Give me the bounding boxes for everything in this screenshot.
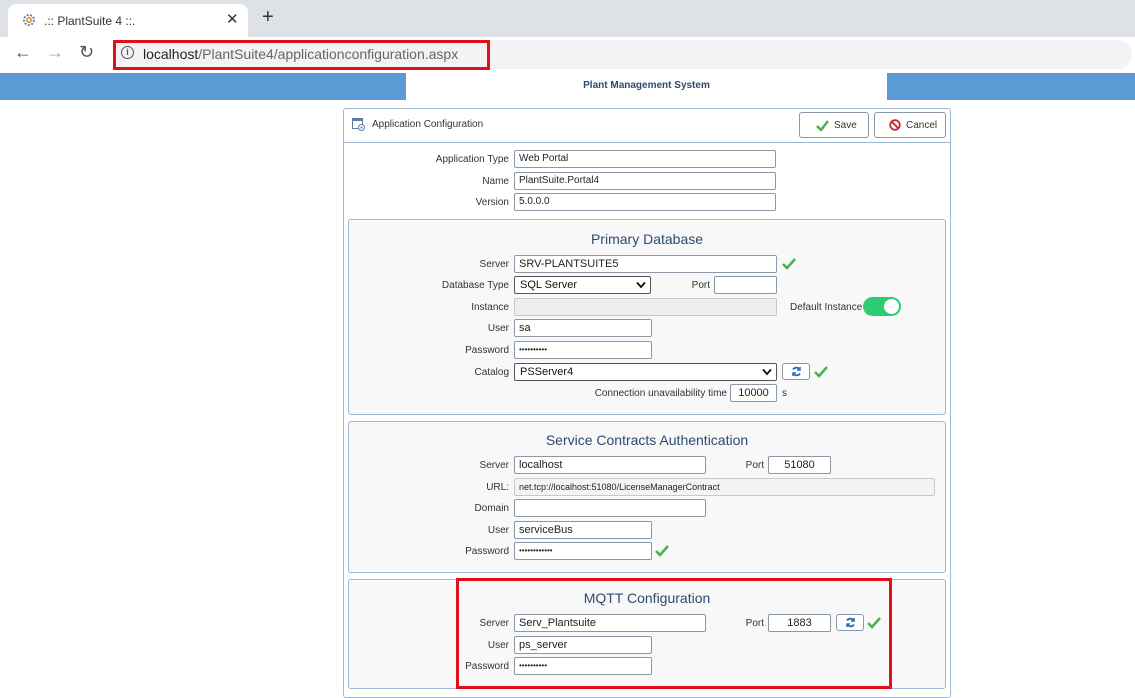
sc-domain-field[interactable] — [514, 499, 706, 517]
gear-icon — [23, 14, 35, 26]
sc-user-label: User — [487, 525, 509, 536]
db-port-field[interactable] — [714, 276, 777, 294]
save-button-label: Save — [834, 119, 857, 131]
db-user-label: User — [487, 323, 509, 334]
sc-password-ok-check-icon — [655, 545, 669, 557]
panel-title: Application Configuration — [372, 119, 484, 130]
sc-server-label: Server — [479, 460, 509, 471]
db-type-select[interactable]: SQL Server — [514, 276, 651, 294]
sc-user-field[interactable]: serviceBus — [514, 521, 652, 539]
cancel-button[interactable]: Cancel — [874, 112, 946, 138]
instance-label: Instance — [471, 302, 509, 313]
primary-database-title: Primary Database — [590, 231, 704, 247]
sc-port-field[interactable]: 51080 — [768, 456, 831, 474]
default-instance-toggle[interactable] — [863, 297, 901, 316]
forward-arrow-icon[interactable]: → — [46, 42, 64, 63]
primary-database-section — [348, 219, 946, 415]
app-type-field[interactable]: Web Portal — [514, 150, 776, 168]
sc-password-label: Password — [465, 546, 509, 557]
default-instance-label: Default Instance — [790, 302, 863, 313]
new-tab-icon[interactable]: + — [262, 6, 274, 29]
db-type-selected-value: SQL Server — [520, 279, 578, 291]
cancel-button-label: Cancel — [906, 119, 938, 131]
db-password-field[interactable]: •••••••••• — [514, 341, 652, 359]
check-icon — [816, 119, 829, 131]
tab-title: .:: PlantSuite 4 ::. — [44, 14, 136, 28]
catalog-refresh-button[interactable] — [782, 363, 810, 380]
save-button[interactable]: Save — [799, 112, 869, 138]
db-type-label: Database Type — [441, 280, 509, 291]
conn-unavail-field[interactable]: 10000 — [730, 384, 777, 402]
back-arrow-icon[interactable]: ← — [14, 42, 32, 63]
db-user-field[interactable]: sa — [514, 319, 652, 337]
browser-tab[interactable]: .:: PlantSuite 4 ::. ✕ — [8, 4, 248, 37]
db-server-ok-check-icon — [782, 258, 796, 270]
toggle-knob — [884, 299, 899, 314]
name-label: Name — [482, 176, 509, 187]
close-tab-icon[interactable]: ✕ — [226, 10, 239, 28]
sc-url-field[interactable]: net.tcp://localhost:51080/LicenseManager… — [514, 478, 935, 496]
db-port-label: Port — [691, 280, 710, 291]
config-window-icon — [352, 118, 365, 131]
catalog-ok-check-icon — [814, 366, 828, 378]
catalog-label: Catalog — [474, 367, 509, 378]
sc-port-label: Port — [745, 460, 764, 471]
conn-unavail-label: Connection unavailability time — [594, 388, 727, 399]
db-password-label: Password — [465, 345, 509, 356]
service-contracts-title: Service Contracts Authentication — [545, 432, 749, 448]
version-label: Version — [475, 197, 509, 208]
app-title: Plant Management System — [406, 73, 887, 100]
catalog-select[interactable]: PSServer4 — [514, 363, 777, 381]
sc-password-field[interactable]: •••••••••••• — [514, 542, 652, 560]
reload-icon[interactable]: ↻ — [79, 42, 94, 63]
sc-domain-label: Domain — [474, 503, 509, 514]
db-server-label: Server — [479, 259, 509, 270]
app-type-label: Application Type — [435, 154, 509, 165]
address-highlight-box — [113, 40, 490, 70]
sc-server-field[interactable]: localhost — [514, 456, 706, 474]
catalog-selected-value: PSServer4 — [520, 366, 574, 378]
refresh-icon — [792, 366, 801, 377]
mqtt-highlight-box — [456, 578, 892, 689]
instance-field[interactable] — [514, 298, 777, 316]
cancel-icon — [889, 119, 901, 131]
chevron-down-icon — [762, 368, 772, 376]
name-field[interactable]: PlantSuite.Portal4 — [514, 172, 776, 190]
chevron-down-icon — [636, 281, 646, 289]
db-server-field[interactable]: SRV-PLANTSUITE5 — [514, 255, 777, 273]
version-field[interactable]: 5.0.0.0 — [514, 193, 776, 211]
sc-url-label: URL: — [486, 482, 509, 493]
conn-unavail-unit: s — [782, 388, 787, 399]
